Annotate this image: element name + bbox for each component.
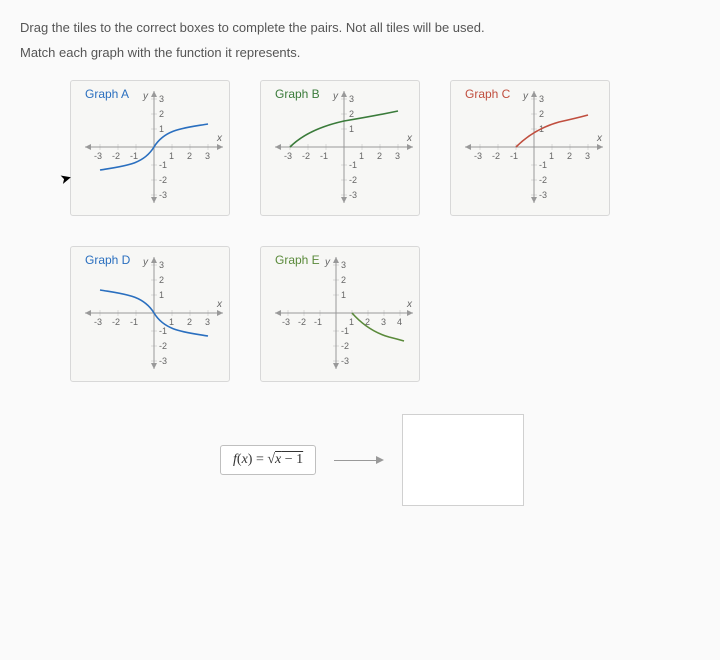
svg-text:y: y xyxy=(332,91,339,102)
svg-text:1: 1 xyxy=(349,124,354,134)
svg-text:-1: -1 xyxy=(159,160,167,170)
svg-text:-3: -3 xyxy=(159,190,167,200)
svg-text:3: 3 xyxy=(205,317,210,327)
svg-text:3: 3 xyxy=(159,260,164,270)
svg-text:1: 1 xyxy=(169,317,174,327)
svg-text:2: 2 xyxy=(349,109,354,119)
drop-target[interactable] xyxy=(402,414,524,506)
svg-text:1: 1 xyxy=(341,290,346,300)
svg-text:3: 3 xyxy=(395,151,400,161)
svg-text:x: x xyxy=(216,133,223,144)
svg-text:x: x xyxy=(406,299,413,310)
svg-text:1: 1 xyxy=(549,151,554,161)
svg-text:2: 2 xyxy=(377,151,382,161)
svg-text:-1: -1 xyxy=(130,317,138,327)
graph-d-title: Graph D xyxy=(85,253,130,267)
graph-a-plot: 1 2 3 -1 -2 -3 1 2 3 -1 -2 -3 xyxy=(79,87,229,207)
svg-text:-3: -3 xyxy=(282,317,290,327)
svg-text:-2: -2 xyxy=(298,317,306,327)
svg-text:1: 1 xyxy=(359,151,364,161)
svg-text:3: 3 xyxy=(341,260,346,270)
graph-b-title: Graph B xyxy=(275,87,320,101)
svg-text:-2: -2 xyxy=(159,341,167,351)
svg-text:-3: -3 xyxy=(539,190,547,200)
svg-text:-2: -2 xyxy=(349,175,357,185)
svg-text:1: 1 xyxy=(169,151,174,161)
graph-c-card[interactable]: Graph C 1 2 3 -1 -2 -3 1 2 3 -1 -2 -3 xyxy=(450,80,610,216)
svg-text:-3: -3 xyxy=(341,356,349,366)
svg-text:-1: -1 xyxy=(320,151,328,161)
svg-text:2: 2 xyxy=(159,275,164,285)
function-formula: f(x) = √x − 1 xyxy=(233,452,303,467)
svg-text:1: 1 xyxy=(159,290,164,300)
svg-text:-2: -2 xyxy=(492,151,500,161)
graph-a-card[interactable]: Graph A 1 2 3 -1 -2 -3 1 2 3 -1 -2 -3 xyxy=(70,80,230,216)
graph-d-card[interactable]: Graph D 1 2 3 -1 -2 -3 1 2 3 -1 -2 -3 xyxy=(70,246,230,382)
svg-text:3: 3 xyxy=(381,317,386,327)
svg-text:-1: -1 xyxy=(130,151,138,161)
svg-text:-2: -2 xyxy=(159,175,167,185)
instruction-text-1: Drag the tiles to the correct boxes to c… xyxy=(20,20,660,35)
svg-text:x: x xyxy=(406,133,413,144)
svg-text:3: 3 xyxy=(205,151,210,161)
svg-text:y: y xyxy=(142,91,149,102)
graph-b-plot: 1 2 3 -1 -2 -3 1 2 3 -1 -2 -3 xyxy=(269,87,419,207)
svg-text:1: 1 xyxy=(159,124,164,134)
svg-text:1: 1 xyxy=(349,317,354,327)
svg-text:3: 3 xyxy=(585,151,590,161)
svg-text:-1: -1 xyxy=(314,317,322,327)
svg-text:-1: -1 xyxy=(539,160,547,170)
svg-text:4: 4 xyxy=(397,317,402,327)
svg-text:2: 2 xyxy=(567,151,572,161)
svg-text:3: 3 xyxy=(159,94,164,104)
tile-row: f(x) = √x − 1 xyxy=(220,414,660,506)
graph-c-plot: 1 2 3 -1 -2 -3 1 2 3 -1 -2 -3 xyxy=(459,87,609,207)
svg-text:-3: -3 xyxy=(474,151,482,161)
svg-text:-2: -2 xyxy=(539,175,547,185)
svg-text:y: y xyxy=(324,257,331,268)
graph-c-title: Graph C xyxy=(465,87,510,101)
svg-text:y: y xyxy=(142,257,149,268)
instructions: Drag the tiles to the correct boxes to c… xyxy=(20,20,660,60)
svg-text:-2: -2 xyxy=(112,151,120,161)
svg-text:-3: -3 xyxy=(94,151,102,161)
svg-text:-1: -1 xyxy=(349,160,357,170)
graph-e-plot: 1 2 3 4 -1 -2 -3 1 2 3 -1 -2 -3 xyxy=(269,253,419,373)
graph-e-card[interactable]: Graph E 1 2 3 4 -1 -2 -3 1 2 3 -1 -2 -3 xyxy=(260,246,420,382)
arrow-connector-icon xyxy=(334,455,384,465)
graph-a-title: Graph A xyxy=(85,87,129,101)
svg-text:x: x xyxy=(596,133,603,144)
instruction-text-2: Match each graph with the function it re… xyxy=(20,45,660,60)
svg-text:3: 3 xyxy=(539,94,544,104)
svg-text:x: x xyxy=(216,299,223,310)
svg-text:2: 2 xyxy=(159,109,164,119)
graph-b-card[interactable]: Graph B 1 2 3 -1 -2 -3 1 2 3 -1 -2 -3 xyxy=(260,80,420,216)
svg-text:2: 2 xyxy=(187,317,192,327)
svg-text:2: 2 xyxy=(539,109,544,119)
svg-text:-1: -1 xyxy=(341,326,349,336)
svg-text:-3: -3 xyxy=(159,356,167,366)
graph-d-plot: 1 2 3 -1 -2 -3 1 2 3 -1 -2 -3 xyxy=(79,253,229,373)
svg-text:-3: -3 xyxy=(94,317,102,327)
svg-text:-2: -2 xyxy=(302,151,310,161)
function-tile[interactable]: f(x) = √x − 1 xyxy=(220,445,316,475)
svg-text:-1: -1 xyxy=(510,151,518,161)
svg-text:2: 2 xyxy=(341,275,346,285)
svg-text:-2: -2 xyxy=(341,341,349,351)
svg-text:-3: -3 xyxy=(349,190,357,200)
svg-text:3: 3 xyxy=(349,94,354,104)
graph-e-title: Graph E xyxy=(275,253,320,267)
graph-grid: Graph A 1 2 3 -1 -2 -3 1 2 3 -1 -2 -3 xyxy=(70,80,660,382)
svg-text:y: y xyxy=(522,91,529,102)
svg-text:-2: -2 xyxy=(112,317,120,327)
svg-text:-1: -1 xyxy=(159,326,167,336)
svg-text:-3: -3 xyxy=(284,151,292,161)
svg-text:2: 2 xyxy=(187,151,192,161)
